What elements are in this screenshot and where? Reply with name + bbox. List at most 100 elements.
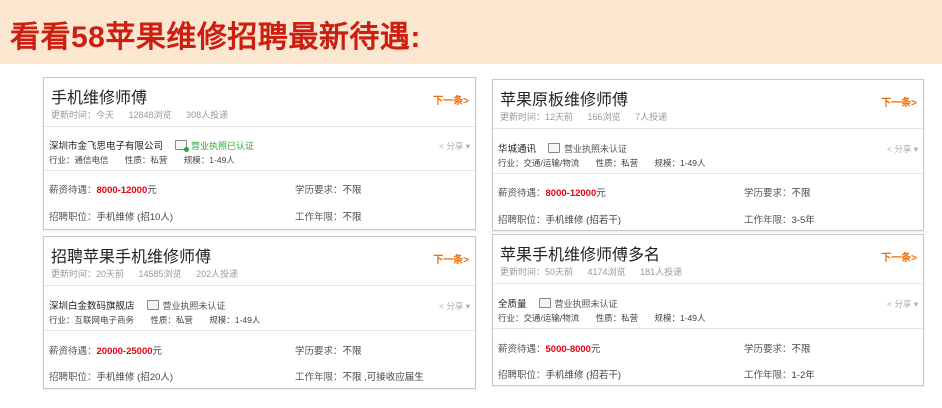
industry: 行业：交通/运输/物流 bbox=[498, 313, 580, 323]
license-unverified-icon bbox=[538, 298, 551, 308]
license-unverified-icon bbox=[548, 143, 561, 153]
education-value: 不限 bbox=[791, 344, 811, 355]
salary-value: 20000-25000 bbox=[96, 346, 153, 357]
view-count: 166浏览 bbox=[587, 112, 621, 122]
position-row: 招聘职位：手机维修 (招20人) bbox=[49, 369, 173, 383]
divider bbox=[493, 128, 923, 129]
job-title[interactable]: 苹果手机维修师傅多名 bbox=[500, 241, 660, 265]
salary-unit: 元 bbox=[152, 346, 163, 357]
company-name[interactable]: 全质量 bbox=[498, 296, 527, 310]
company-name[interactable]: 华城通讯 bbox=[498, 141, 536, 155]
job-meta: 更新时间：今天 12848浏览 308人投递 bbox=[51, 108, 240, 121]
education-row: 学历要求：不限 bbox=[295, 182, 362, 196]
experience-row: 工作年限：3-5年 bbox=[744, 212, 815, 226]
education-label: 学历要求： bbox=[295, 346, 343, 357]
company-scale: 规模：1-49人 bbox=[209, 315, 261, 325]
education-value: 不限 bbox=[342, 346, 362, 357]
license-verified-icon bbox=[175, 140, 190, 152]
license-status: 营业执照未认证 bbox=[554, 298, 618, 309]
view-count: 4174浏览 bbox=[587, 267, 626, 277]
company-info: 行业：交通/运输/物流 性质：私营 规模：1-49人 bbox=[498, 312, 720, 324]
company-info: 行业：互联网电子商务 性质：私营 规模：1-49人 bbox=[49, 314, 274, 326]
position-row: 招聘职位：手机维修 (招10人) bbox=[49, 209, 173, 223]
share-button[interactable]: < 分享 ▾ bbox=[887, 143, 918, 155]
license-status: 营业执照未认证 bbox=[162, 300, 226, 311]
view-count: 12848浏览 bbox=[128, 110, 172, 120]
salary-value: 8000-12000 bbox=[96, 185, 148, 196]
next-button[interactable]: 下一条> bbox=[433, 251, 469, 266]
experience-label: 工作年限： bbox=[295, 372, 343, 383]
education-label: 学历要求： bbox=[295, 185, 343, 196]
salary-row: 薪资待遇：8000-12000元 bbox=[49, 182, 157, 196]
position-value: 手机维修 (招若干) bbox=[545, 370, 621, 381]
updated-time: 更新时间：今天 bbox=[51, 110, 115, 120]
company-scale: 规模：1-49人 bbox=[654, 313, 706, 323]
experience-value: 3-5年 bbox=[791, 215, 815, 226]
next-button[interactable]: 下一条> bbox=[433, 92, 469, 107]
salary-value: 5000-8000 bbox=[545, 344, 591, 355]
salary-label: 薪资待遇： bbox=[49, 346, 97, 357]
divider bbox=[44, 285, 475, 286]
salary-label: 薪资待遇： bbox=[498, 344, 546, 355]
job-card[interactable]: 手机维修师傅 下一条> 更新时间：今天 12848浏览 308人投递 深圳市金飞… bbox=[43, 77, 476, 230]
updated-time: 更新时间：12天前 bbox=[500, 112, 574, 122]
license-status: 营业执照未认证 bbox=[564, 143, 628, 154]
company-nature: 性质：私营 bbox=[150, 315, 193, 325]
job-card[interactable]: 苹果手机维修师傅多名 下一条> 更新时间：50天前 4174浏览 181人投递 … bbox=[492, 234, 924, 386]
job-card[interactable]: 苹果原板维修师傅 下一条> 更新时间：12天前 166浏览 7人投递 华城通讯 … bbox=[492, 79, 924, 231]
company-row: 全质量 营业执照未认证 bbox=[498, 296, 618, 310]
divider bbox=[44, 126, 475, 127]
salary-row: 薪资待遇：5000-8000元 bbox=[498, 341, 600, 355]
position-row: 招聘职位：手机维修 (招若干) bbox=[498, 367, 621, 381]
company-info: 行业：通信电信 性质：私营 规模：1-49人 bbox=[49, 154, 249, 166]
divider bbox=[44, 330, 475, 331]
share-button[interactable]: < 分享 ▾ bbox=[439, 300, 470, 312]
company-nature: 性质：私营 bbox=[595, 313, 639, 323]
experience-value: 不限 bbox=[342, 212, 362, 223]
job-card[interactable]: 招聘苹果手机维修师傅 下一条> 更新时间：20天前 14585浏览 202人投递… bbox=[43, 236, 476, 389]
industry: 行业：交通/运输/物流 bbox=[498, 158, 580, 168]
position-value: 手机维修 (招若干) bbox=[545, 215, 621, 226]
education-row: 学历要求：不限 bbox=[744, 341, 811, 355]
position-label: 招聘职位： bbox=[49, 212, 97, 223]
banner: 看看58苹果维修招聘最新待遇: bbox=[0, 0, 942, 64]
experience-row: 工作年限：1-2年 bbox=[744, 367, 815, 381]
share-button[interactable]: < 分享 ▾ bbox=[439, 140, 470, 152]
next-button[interactable]: 下一条> bbox=[881, 249, 917, 264]
company-row: 华城通讯 营业执照未认证 bbox=[498, 141, 627, 155]
updated-time: 更新时间：50天前 bbox=[500, 267, 574, 277]
education-value: 不限 bbox=[791, 188, 811, 199]
apply-count: 181人投递 bbox=[640, 267, 683, 277]
salary-row: 薪资待遇：8000-12000元 bbox=[498, 185, 606, 199]
job-meta: 更新时间：50天前 4174浏览 181人投递 bbox=[500, 265, 694, 278]
company-row: 深圳白金数码旗舰店 营业执照未认证 bbox=[49, 298, 226, 312]
salary-label: 薪资待遇： bbox=[49, 185, 97, 196]
banner-title: 看看58苹果维修招聘最新待遇: bbox=[10, 21, 421, 54]
position-row: 招聘职位：手机维修 (招若干) bbox=[498, 212, 621, 226]
apply-count: 202人投递 bbox=[196, 269, 239, 279]
job-title[interactable]: 手机维修师傅 bbox=[51, 84, 147, 108]
job-title[interactable]: 招聘苹果手机维修师傅 bbox=[51, 243, 211, 267]
education-row: 学历要求：不限 bbox=[744, 185, 811, 199]
salary-unit: 元 bbox=[147, 185, 157, 196]
education-label: 学历要求： bbox=[744, 188, 792, 199]
position-value: 手机维修 (招20人) bbox=[96, 372, 174, 383]
experience-value: 1-2年 bbox=[791, 370, 815, 381]
company-name[interactable]: 深圳白金数码旗舰店 bbox=[49, 298, 135, 312]
company-name[interactable]: 深圳市金飞思电子有限公司 bbox=[49, 138, 163, 152]
salary-unit: 元 bbox=[596, 188, 606, 199]
company-nature: 性质：私营 bbox=[595, 158, 639, 168]
next-button[interactable]: 下一条> bbox=[881, 94, 917, 109]
job-title[interactable]: 苹果原板维修师傅 bbox=[500, 86, 628, 110]
divider bbox=[493, 283, 923, 284]
share-button[interactable]: < 分享 ▾ bbox=[887, 298, 918, 310]
education-row: 学历要求：不限 bbox=[295, 343, 362, 357]
view-count: 14585浏览 bbox=[138, 269, 182, 279]
apply-count: 308人投递 bbox=[186, 110, 229, 120]
job-meta: 更新时间：20天前 14585浏览 202人投递 bbox=[51, 267, 250, 280]
position-value: 手机维修 (招10人) bbox=[96, 212, 174, 223]
divider bbox=[493, 328, 923, 329]
education-label: 学历要求： bbox=[744, 344, 792, 355]
industry: 行业：互联网电子商务 bbox=[49, 315, 135, 325]
divider bbox=[44, 170, 475, 171]
